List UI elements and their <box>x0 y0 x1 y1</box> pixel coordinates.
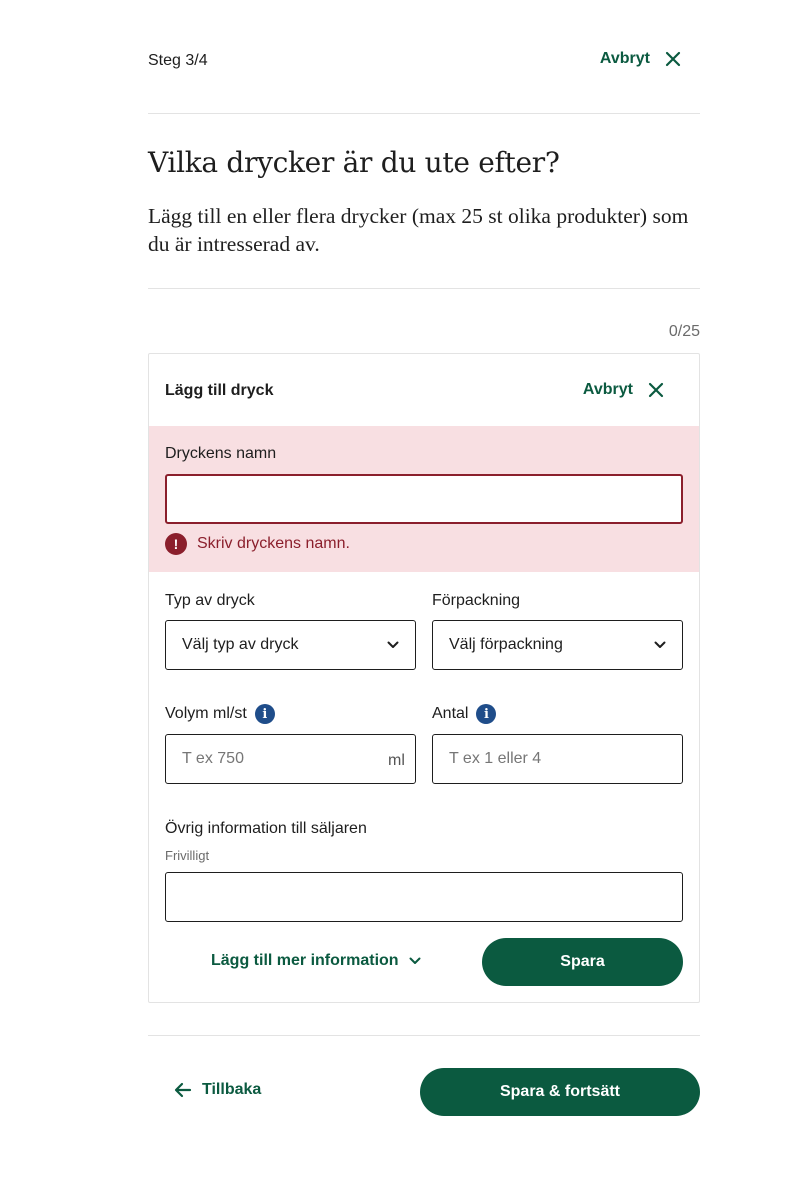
drink-name-error-text: Skriv dryckens namn. <box>197 535 350 552</box>
close-icon <box>665 51 681 67</box>
cancel-card-label: Avbryt <box>582 381 633 398</box>
info-icon[interactable]: i <box>254 704 275 724</box>
save-continue-button[interactable]: Spara & fortsätt <box>420 1068 700 1116</box>
package-select[interactable]: Välj förpackning <box>432 620 683 670</box>
divider-header <box>148 288 700 289</box>
back-link[interactable]: Tillbaka <box>174 1081 261 1099</box>
volume-input[interactable] <box>165 734 416 784</box>
top-bar: Steg 3/4 Avbryt <box>148 48 700 76</box>
amount-label-row: Antal i <box>432 704 497 724</box>
amount-label: Antal <box>432 705 469 722</box>
drink-name-field-group: Dryckens namn ! Skriv dryckens namn. <box>149 426 699 572</box>
drink-name-label: Dryckens namn <box>165 445 277 462</box>
volume-label-row: Volym ml/st i <box>165 704 275 724</box>
close-icon <box>648 382 664 398</box>
other-info-label: Övrig information till säljaren <box>165 820 367 837</box>
page-title: Vilka drycker är du ute efter? <box>148 146 560 179</box>
divider-footer <box>148 1035 700 1036</box>
back-label: Tillbaka <box>202 1081 262 1098</box>
drink-name-input[interactable] <box>165 474 683 524</box>
chevron-down-icon <box>409 957 421 964</box>
drink-type-select[interactable]: Välj typ av dryck <box>165 620 416 670</box>
more-info-toggle[interactable]: Lägg till mer information <box>211 952 421 970</box>
error-icon: ! <box>165 533 187 555</box>
package-value: Välj förpackning <box>449 636 563 653</box>
chevron-down-icon <box>654 641 666 648</box>
package-label: Förpackning <box>432 592 521 609</box>
info-icon[interactable]: i <box>476 704 497 724</box>
card-title: Lägg till dryck <box>165 382 274 399</box>
divider-top <box>148 113 700 114</box>
drink-name-error: ! Skriv dryckens namn. <box>165 533 350 555</box>
chevron-down-icon <box>387 641 399 648</box>
add-drink-card: Lägg till dryck Avbryt Dryckens namn ! S… <box>148 353 700 1003</box>
drink-type-value: Välj typ av dryck <box>182 636 299 653</box>
volume-label: Volym ml/st <box>165 705 247 722</box>
drink-type-label: Typ av dryck <box>165 592 255 609</box>
page-lead: Lägg till en eller flera drycker (max 25… <box>148 204 689 256</box>
other-info-input[interactable] <box>165 872 683 922</box>
other-info-optional: Frivilligt <box>165 848 210 863</box>
cancel-label: Avbryt <box>599 50 650 67</box>
cancel-button-top[interactable]: Avbryt <box>600 50 682 68</box>
drink-counter: 0/25 <box>668 323 700 340</box>
step-indicator: Steg 3/4 <box>148 52 208 69</box>
save-button[interactable]: Spara <box>482 938 683 986</box>
amount-input[interactable] <box>432 734 683 784</box>
cancel-button-card[interactable]: Avbryt <box>583 381 665 399</box>
more-info-label: Lägg till mer information <box>211 952 399 969</box>
volume-unit: ml <box>388 752 405 769</box>
arrow-left-icon <box>174 1082 192 1098</box>
